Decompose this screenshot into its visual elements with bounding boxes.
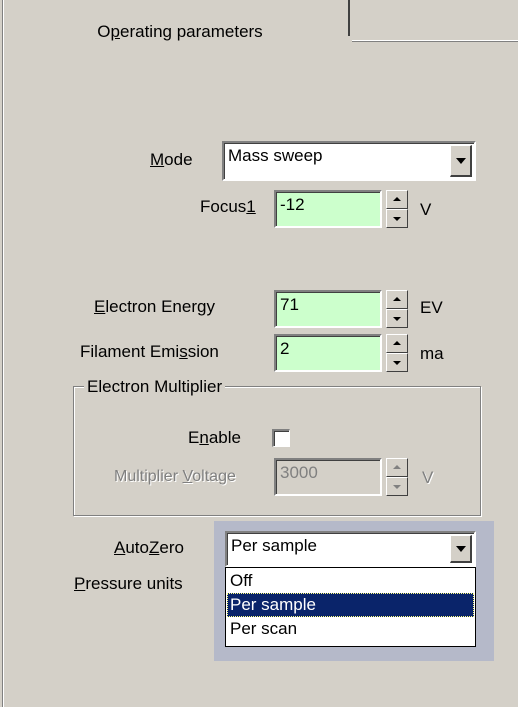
focus1-value: -12 [280,195,305,214]
filament-emission-label: Filament Emission [80,342,219,361]
multiplier-voltage-unit: V [422,468,434,487]
filament-emission-unit: ma [420,344,444,363]
autozero-select[interactable]: Per sample [225,531,476,567]
autozero-options-list: Off Per sample Per scan [225,567,476,647]
multiplier-voltage-label: Multiplier Voltage [114,468,236,485]
filament-emission-value: 2 [280,339,290,358]
autozero-option-per-sample[interactable]: Per sample [227,593,474,617]
multiplier-voltage-spinner[interactable] [386,458,408,496]
electron-energy-spinner[interactable] [386,290,408,328]
autozero-option-off[interactable]: Off [227,569,474,593]
electron-energy-spin-up[interactable] [386,290,408,309]
arrow-up-icon [393,197,401,201]
mode-dropdown-button[interactable] [450,145,472,177]
multiplier-voltage-field[interactable]: 3000 [274,458,382,496]
arrow-up-icon [393,297,401,301]
arrow-down-icon [393,317,401,321]
filament-emission-spin-up[interactable] [386,334,408,353]
tab-strip-edge-shadow [352,41,518,42]
autozero-label: AutoZero [114,538,184,557]
autozero-option-per-scan[interactable]: Per scan [227,617,474,641]
focus1-label: Focus1 [200,197,256,216]
arrow-up-icon [393,341,401,345]
autozero-value: Per sample [231,536,317,555]
mode-select[interactable]: Mass sweep [222,141,476,181]
focus1-spinner[interactable] [386,190,408,228]
arrow-down-icon [393,217,401,221]
electron-energy-value: 71 [280,295,299,314]
arrow-down-icon [393,361,401,365]
mode-value: Mass sweep [228,146,323,165]
tab-label: Operating parameters [97,22,263,41]
electron-energy-label: Electron Energy [94,297,215,316]
electron-energy-spin-down[interactable] [386,309,408,328]
arrow-up-icon [393,465,401,469]
arrow-down-icon [393,485,401,489]
filament-emission-field[interactable]: 2 [274,334,382,372]
autozero-dropdown-button[interactable] [450,535,472,563]
multiplier-voltage-spin-up[interactable] [386,458,408,477]
focus1-unit: V [420,200,432,219]
mode-label: Mode [150,150,193,169]
filament-emission-spinner[interactable] [386,334,408,372]
enable-label: Enable [188,428,241,447]
multiplier-voltage-value: 3000 [280,463,318,482]
filament-emission-spin-down[interactable] [386,353,408,372]
focus1-field[interactable]: -12 [274,190,382,228]
pressure-units-label: Pressure units [74,574,183,593]
focus1-spin-down[interactable] [386,209,408,228]
electron-multiplier-title: Electron Multiplier [84,377,226,397]
enable-checkbox[interactable] [272,429,290,447]
electron-energy-field[interactable]: 71 [274,290,382,328]
electron-energy-unit: EV [420,298,443,317]
chevron-down-icon [456,546,466,552]
chevron-down-icon [456,158,466,164]
tab-operating-parameters[interactable]: Operating parameters [10,0,350,41]
multiplier-voltage-spin-down[interactable] [386,477,408,496]
electron-multiplier-group [73,386,481,516]
left-border-highlight [3,0,4,707]
focus1-spin-up[interactable] [386,190,408,209]
